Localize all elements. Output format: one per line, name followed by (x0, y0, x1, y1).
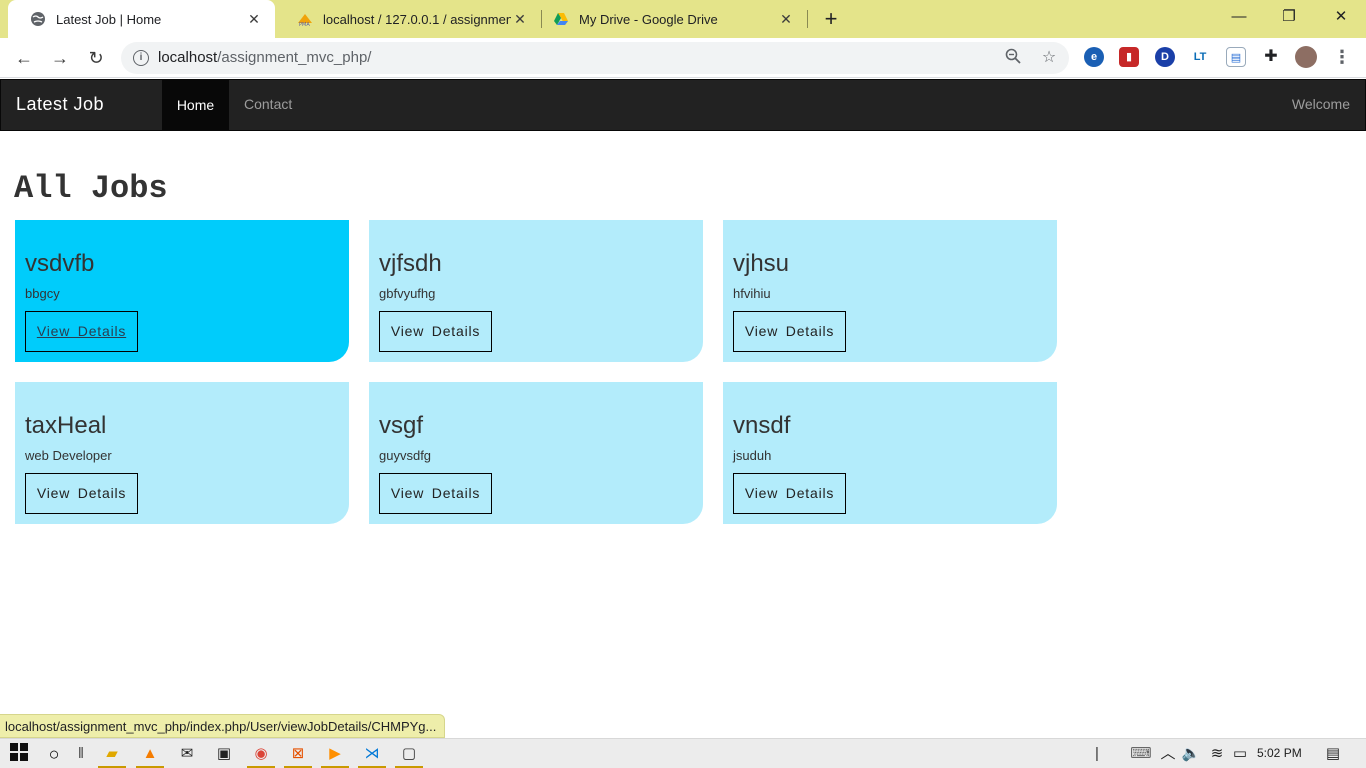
back-arrow-icon[interactable]: ← (11, 46, 37, 70)
nav-welcome[interactable]: Welcome (1292, 96, 1350, 112)
view-details-button[interactable]: View Details (379, 311, 492, 352)
extension-icon[interactable]: LT (1190, 47, 1210, 67)
mail-icon[interactable]: ✉ (176, 743, 198, 765)
url-host: localhost (158, 49, 218, 66)
tab-google-drive[interactable]: My Drive - Google Drive ✕ (541, 0, 807, 38)
job-card: vnsdf jsuduh View Details (723, 382, 1057, 524)
google-drive-icon (554, 13, 568, 25)
taskbar-clock[interactable]: 5:02 PM (1257, 746, 1302, 760)
close-window-icon[interactable]: ✕ (1316, 0, 1366, 34)
job-title: vjhsu (733, 250, 790, 277)
job-card: taxHeal web Developer View Details (15, 382, 349, 524)
vlc-icon[interactable]: ▲ (139, 743, 161, 765)
terminal-icon[interactable]: ▣ (213, 743, 235, 765)
close-tab-icon[interactable]: ✕ (245, 11, 263, 28)
browser-tab-strip: Latest Job | Home ✕ PMA localhost / 127.… (0, 0, 1366, 38)
svg-text:PMA: PMA (299, 22, 310, 27)
extension-icon[interactable]: e (1084, 47, 1104, 67)
task-view-icon[interactable]: ‖ (70, 743, 92, 765)
tab-separator (807, 10, 808, 28)
tab-title: My Drive - Google Drive (579, 11, 718, 27)
job-description: gbfvyufhg (379, 286, 436, 301)
job-title: vsgf (379, 412, 424, 439)
link-status-bubble: localhost/assignment_mvc_php/index.php/U… (0, 714, 446, 738)
zoom-icon[interactable] (1003, 48, 1023, 68)
extension-icon[interactable]: D (1155, 47, 1175, 67)
chevron-up-icon[interactable]: ︿ (1157, 743, 1179, 765)
separator-icon: | (1095, 745, 1099, 762)
windows-start-icon[interactable] (8, 743, 30, 765)
phpmyadmin-icon: PMA (298, 14, 312, 27)
job-title: vjfsdh (379, 250, 442, 277)
page-title: All Jobs (14, 170, 168, 207)
nav-contact[interactable]: Contact (244, 96, 292, 112)
profile-avatar[interactable] (1295, 46, 1317, 68)
view-details-button[interactable]: View Details (379, 473, 492, 514)
globe-icon (31, 12, 45, 26)
windows-taskbar: ○ ‖ ▰ ▲ ✉ ▣ ◉ ⊠ ▶ ⋊ ▢ | ⌨ ︿ 🔈 ≋ ▭ 5:02 P… (0, 738, 1366, 768)
minimize-icon[interactable]: — (1214, 0, 1264, 34)
nav-home[interactable]: Home (162, 80, 229, 130)
address-bar[interactable]: i localhost/assignment_mvc_php/ ☆ (121, 42, 1069, 74)
extensions-puzzle-icon[interactable]: ✚ (1261, 47, 1281, 67)
job-description: web Developer (25, 448, 112, 463)
job-card: vjfsdh gbfvyufhg View Details (369, 220, 703, 362)
tab-title: Latest Job | Home (56, 11, 162, 27)
job-card: vsdvfb bbgcy View Details (15, 220, 349, 362)
job-description: hfvihiu (733, 286, 771, 301)
volume-icon[interactable]: 🔈 (1180, 743, 1202, 765)
view-details-button[interactable]: View Details (733, 311, 846, 352)
snipping-tool-icon[interactable]: ▢ (398, 743, 420, 765)
job-description: guyvsdfg (379, 448, 432, 463)
job-description: bbgcy (25, 286, 60, 301)
close-tab-icon[interactable]: ✕ (511, 11, 529, 28)
tab-phpmyadmin[interactable]: PMA localhost / 127.0.0.1 / assignment ✕ (275, 0, 541, 38)
reload-icon[interactable]: ↻ (83, 46, 109, 70)
new-tab-icon[interactable]: + (818, 6, 844, 32)
site-navbar: Latest Job Home Contact Welcome (0, 79, 1366, 131)
extension-icon[interactable]: ▤ (1226, 47, 1246, 67)
site-info-icon[interactable]: i (133, 50, 149, 66)
address-url[interactable]: localhost/assignment_mvc_php/ (158, 49, 371, 66)
xampp-icon[interactable]: ⊠ (287, 743, 309, 765)
url-path: /assignment_mvc_php/ (217, 49, 372, 66)
site-brand[interactable]: Latest Job (16, 94, 104, 115)
view-details-button[interactable]: View Details (25, 473, 138, 514)
file-explorer-icon[interactable]: ▰ (101, 743, 123, 765)
notifications-icon[interactable]: ▤ (1322, 743, 1344, 765)
bookmark-star-icon[interactable]: ☆ (1039, 48, 1059, 68)
battery-icon[interactable]: ▭ (1229, 743, 1251, 765)
media-player-icon[interactable]: ▶ (324, 743, 346, 765)
tab-title: localhost / 127.0.0.1 / assignment (323, 11, 511, 27)
restore-icon[interactable]: ❐ (1264, 0, 1314, 34)
vscode-icon[interactable]: ⋊ (361, 743, 383, 765)
forward-arrow-icon[interactable]: → (47, 46, 73, 70)
chrome-icon[interactable]: ◉ (250, 743, 272, 765)
job-title: vnsdf (733, 412, 791, 439)
menu-dots-icon[interactable]: ⋮ (1332, 47, 1352, 67)
search-circle-icon[interactable]: ○ (43, 743, 65, 765)
close-tab-icon[interactable]: ✕ (777, 11, 795, 28)
keyboard-icon[interactable]: ⌨ (1130, 743, 1152, 765)
job-card: vjhsu hfvihiu View Details (723, 220, 1057, 362)
job-title: taxHeal (25, 412, 107, 439)
job-card: vsgf guyvsdfg View Details (369, 382, 703, 524)
view-details-button[interactable]: View Details (733, 473, 846, 514)
wifi-icon[interactable]: ≋ (1206, 743, 1228, 765)
extension-icon[interactable]: ▮ (1119, 47, 1139, 67)
job-description: jsuduh (733, 448, 772, 463)
view-details-button[interactable]: View Details (25, 311, 138, 352)
tab-latest-job[interactable]: Latest Job | Home ✕ (8, 0, 275, 38)
job-title: vsdvfb (25, 250, 95, 277)
